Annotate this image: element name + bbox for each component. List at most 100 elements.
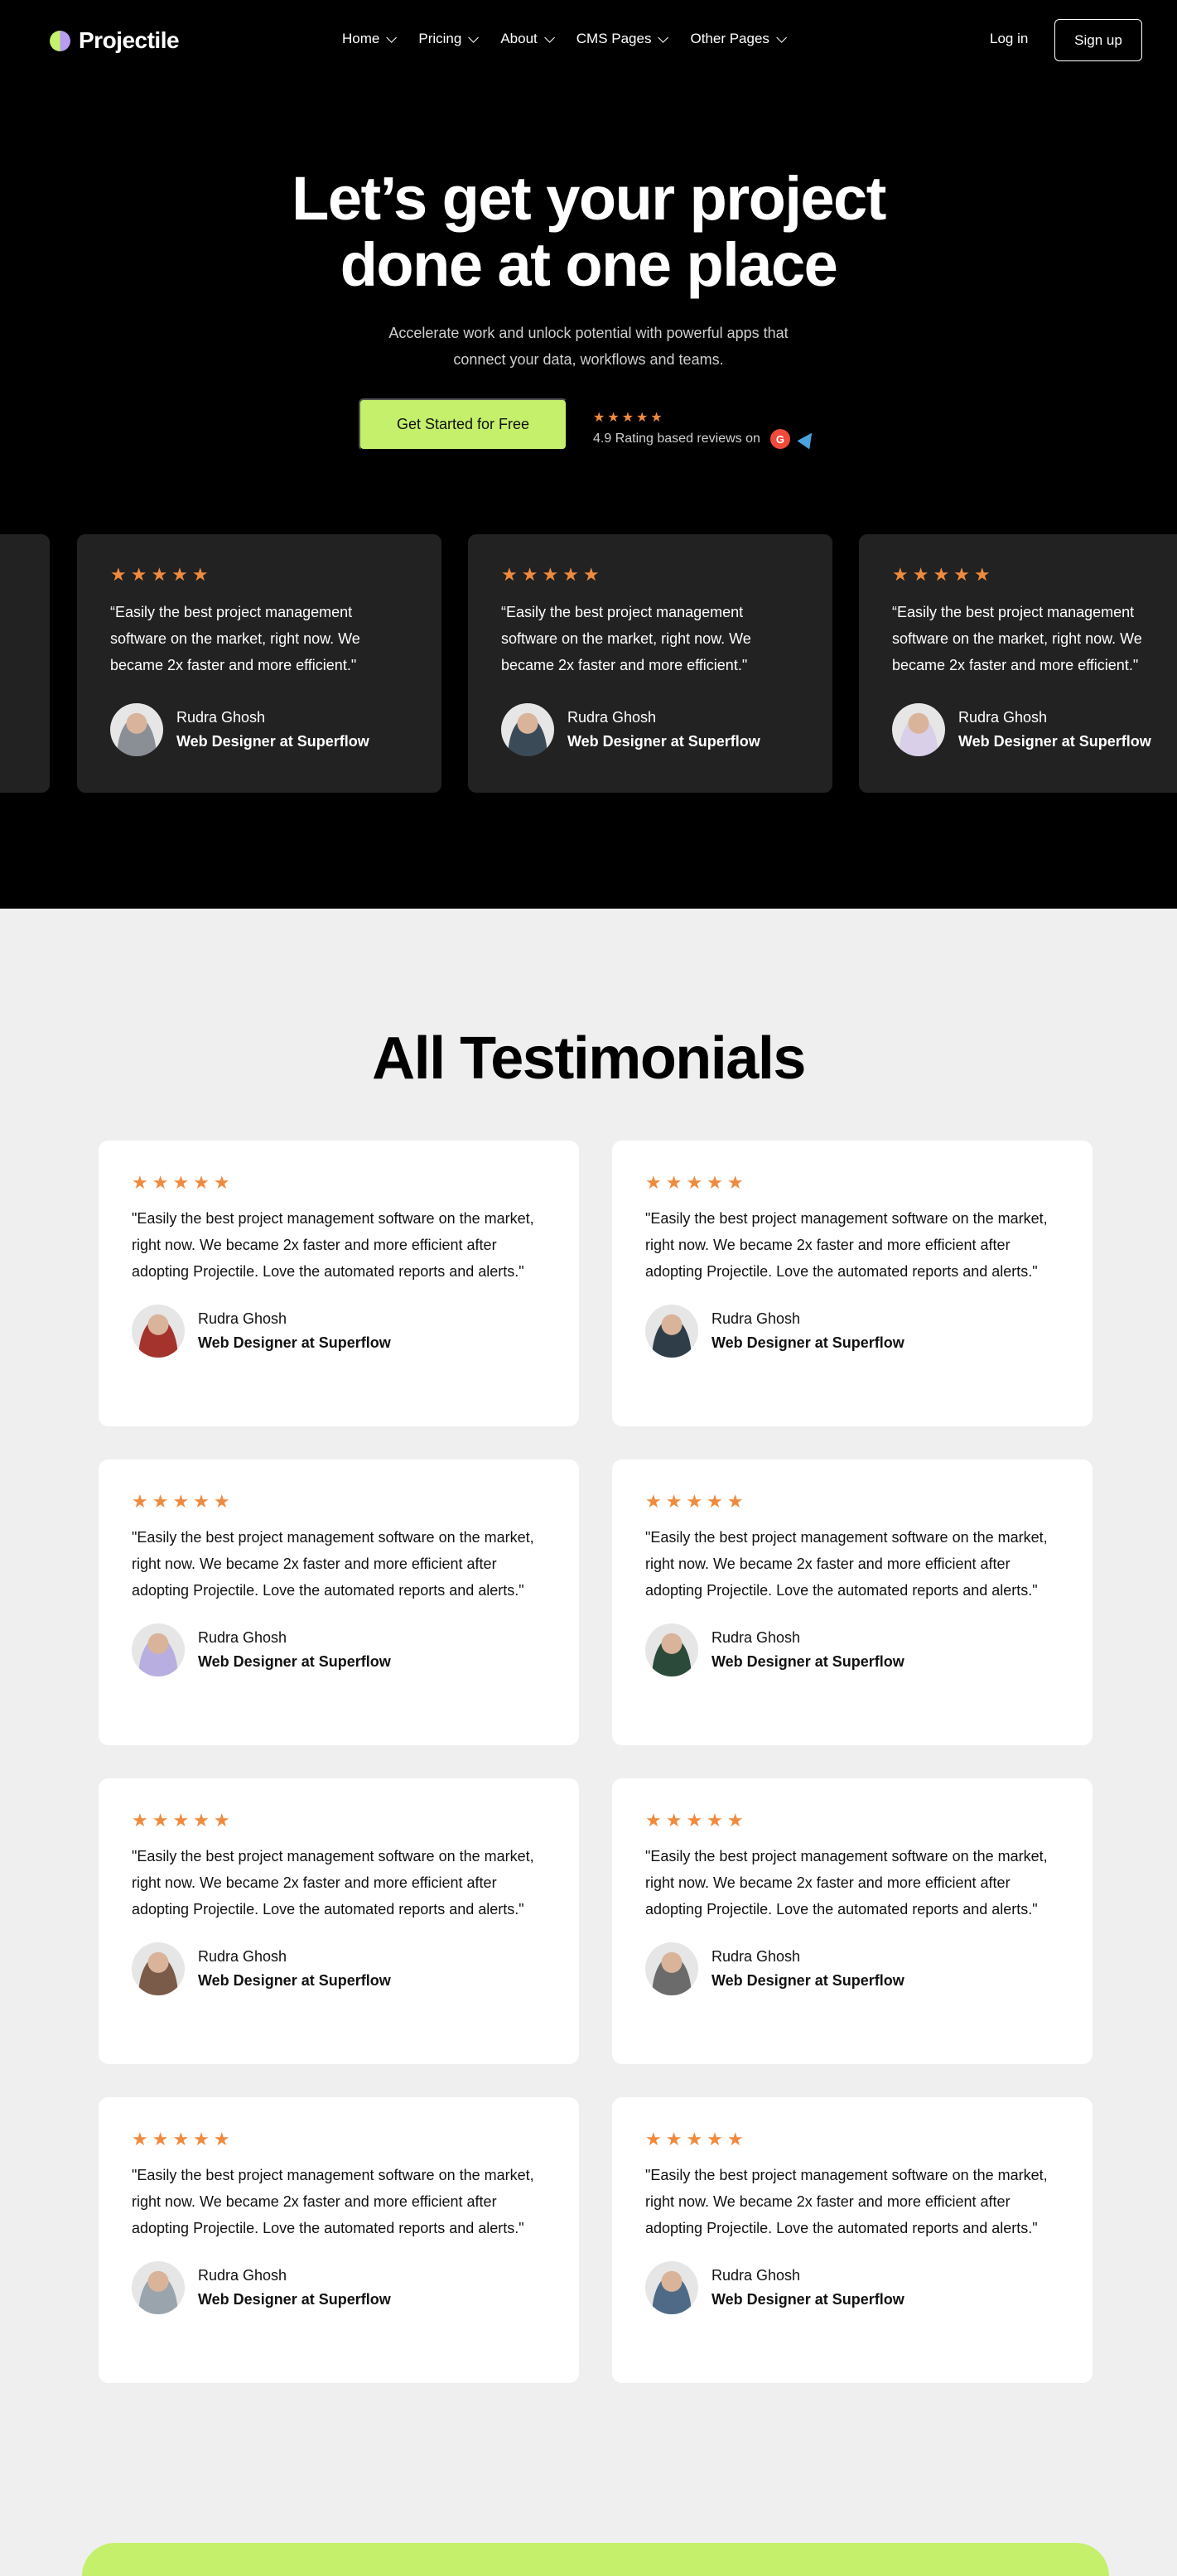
author-name: Rudra Ghosh <box>712 2267 801 2284</box>
stars-icon: ★★★★★ <box>132 1172 234 1193</box>
stars-icon: ★★★★★ <box>132 2129 234 2149</box>
avatar <box>645 1305 698 1358</box>
stars-icon: ★★★★★ <box>645 1810 748 1831</box>
author-name: Rudra Ghosh <box>712 1629 801 1646</box>
testimonial-card: ★★★★★ "Easily the best project managemen… <box>612 1141 1093 1426</box>
card-quote: “Easily the best project management soft… <box>110 604 360 673</box>
testimonial-card: ★★★★★ "Easily the best project managemen… <box>612 2097 1093 2383</box>
card-quote: "Easily the best project management soft… <box>645 1529 1048 1599</box>
stars-icon: ★★★★★ <box>645 1491 748 1512</box>
hero-subtitle-line-2: connect your data, workflows and teams. <box>453 351 724 368</box>
nav-item-about[interactable]: About <box>500 31 555 47</box>
capterra-icon[interactable] <box>797 428 818 450</box>
stars-icon: ★★★★★ <box>132 1810 234 1831</box>
card-quote: "Easily the best project management soft… <box>132 1848 534 1918</box>
author-name: Rudra Ghosh <box>198 1629 287 1646</box>
testimonial-card: ★★★★★ "Easily the best project managemen… <box>99 1778 579 2064</box>
card-author: Rudra Ghosh Web Designer at Superflow <box>132 2261 546 2314</box>
author-role: Web Designer at Superflow <box>198 1334 391 1351</box>
stars-icon: ★★★★★ <box>132 1491 234 1512</box>
section-title: All Testimonials <box>372 1025 806 1092</box>
nav-item-pricing[interactable]: Pricing <box>418 31 480 47</box>
hero-subtitle-line-1: Accelerate work and unlock potential wit… <box>388 325 789 341</box>
hero-title-line-1: Let’s get your project <box>292 164 886 233</box>
card-quote: "Easily the best project management soft… <box>132 2167 534 2236</box>
testimonial-card: ★★★★★ "Easily the best project managemen… <box>612 1459 1093 1745</box>
avatar <box>645 1623 698 1676</box>
chevron-down-icon <box>776 31 787 43</box>
card-author: Rudra Ghosh Web Designer at Superflow <box>110 703 408 756</box>
stars-icon: ★★★★★ <box>892 564 995 585</box>
stars-icon: ★★★★★ <box>501 564 604 585</box>
testimonial-carousel[interactable]: ★★★★★ “Easily the best project managemen… <box>0 534 1177 793</box>
hero-section: Projectile Home Pricing About CMS Pages … <box>0 0 1177 909</box>
author-role: Web Designer at Superflow <box>198 1653 391 1670</box>
nav-label: About <box>500 31 538 46</box>
nav-label: CMS Pages <box>576 31 652 46</box>
login-link[interactable]: Log in <box>990 31 1028 47</box>
nav-item-cms-pages[interactable]: CMS Pages <box>576 31 669 47</box>
main-menu: Home Pricing About CMS Pages Other Pages <box>342 31 808 47</box>
avatar <box>132 1305 185 1358</box>
avatar <box>132 1623 185 1676</box>
testimonial-card: ★★★★★ "Easily the best project managemen… <box>612 1778 1093 2064</box>
nav-item-home[interactable]: Home <box>342 31 398 47</box>
author-name: Rudra Ghosh <box>958 709 1048 726</box>
author-name: Rudra Ghosh <box>712 1948 801 1965</box>
author-name: Rudra Ghosh <box>198 1310 287 1327</box>
author-role: Web Designer at Superflow <box>198 1972 391 1989</box>
card-quote: "Easily the best project management soft… <box>645 1210 1048 1280</box>
avatar <box>645 1942 698 1995</box>
nav-item-other-pages[interactable]: Other Pages <box>690 31 787 47</box>
brand-name: Projectile <box>79 27 180 53</box>
hero-title-line-2: done at one place <box>340 230 838 299</box>
hero-title: Let’s get your project done at one place <box>0 166 1177 298</box>
brand-logo[interactable]: Projectile <box>50 27 180 54</box>
g2-icon[interactable]: G <box>769 429 790 449</box>
card-quote: "Easily the best project management soft… <box>132 1529 534 1599</box>
top-nav: Projectile Home Pricing About CMS Pages … <box>0 0 1177 80</box>
card-author: Rudra Ghosh Web Designer at Superflow <box>645 1305 1059 1358</box>
rating-block: ★★★★★ 4.9 Rating based reviews on G <box>593 409 818 450</box>
carousel-card: ★★★★★ “Easily the best project managemen… <box>468 534 832 793</box>
card-author: Rudra Ghosh Web Designer at Superflow <box>645 1942 1059 1995</box>
avatar <box>110 703 163 756</box>
chevron-down-icon <box>468 31 480 43</box>
get-started-button[interactable]: Get Started for Free <box>359 398 567 451</box>
author-name: Rudra Ghosh <box>176 709 266 726</box>
logo-icon <box>50 30 70 51</box>
author-name: Rudra Ghosh <box>198 2267 287 2284</box>
avatar <box>132 1942 185 1995</box>
stars-icon: ★★★★★ <box>645 2129 748 2149</box>
chevron-down-icon <box>386 31 398 43</box>
chevron-down-icon <box>658 31 669 43</box>
avatar <box>645 2261 698 2314</box>
card-quote: “Easily the best project management soft… <box>501 604 751 673</box>
nav-label: Other Pages <box>690 31 769 46</box>
stars-icon: ★★★★★ <box>645 1172 748 1193</box>
testimonial-card: ★★★★★ "Easily the best project managemen… <box>99 2097 579 2383</box>
author-role: Web Designer at Superflow <box>176 733 369 750</box>
avatar <box>132 2261 185 2314</box>
testimonial-card: ★★★★★ "Easily the best project managemen… <box>99 1141 579 1426</box>
card-author: Rudra Ghosh Web Designer at Superflow <box>645 2261 1059 2314</box>
rating-stars-icon: ★★★★★ <box>593 411 665 425</box>
author-role: Web Designer at Superflow <box>567 733 760 750</box>
avatar <box>501 703 554 756</box>
avatar <box>892 703 945 756</box>
author-role: Web Designer at Superflow <box>198 2291 391 2308</box>
author-name: Rudra Ghosh <box>567 709 657 726</box>
card-author: Rudra Ghosh Web Designer at Superflow <box>132 1623 546 1676</box>
stars-icon: ★★★★★ <box>110 564 213 585</box>
carousel-card: ★★★★★ “Easily the best project managemen… <box>77 534 441 793</box>
card-quote: “Easily the best project management soft… <box>892 604 1142 673</box>
cta-banner <box>82 2543 1109 2576</box>
chevron-down-icon <box>544 31 555 43</box>
card-quote: "Easily the best project management soft… <box>645 2167 1048 2236</box>
signup-button[interactable]: Sign up <box>1054 19 1142 61</box>
author-role: Web Designer at Superflow <box>958 733 1151 750</box>
nav-label: Pricing <box>418 31 462 46</box>
testimonial-card: ★★★★★ "Easily the best project managemen… <box>99 1459 579 1745</box>
author-role: Web Designer at Superflow <box>712 1334 904 1351</box>
rating-row: 4.9 Rating based reviews on G <box>593 428 818 450</box>
